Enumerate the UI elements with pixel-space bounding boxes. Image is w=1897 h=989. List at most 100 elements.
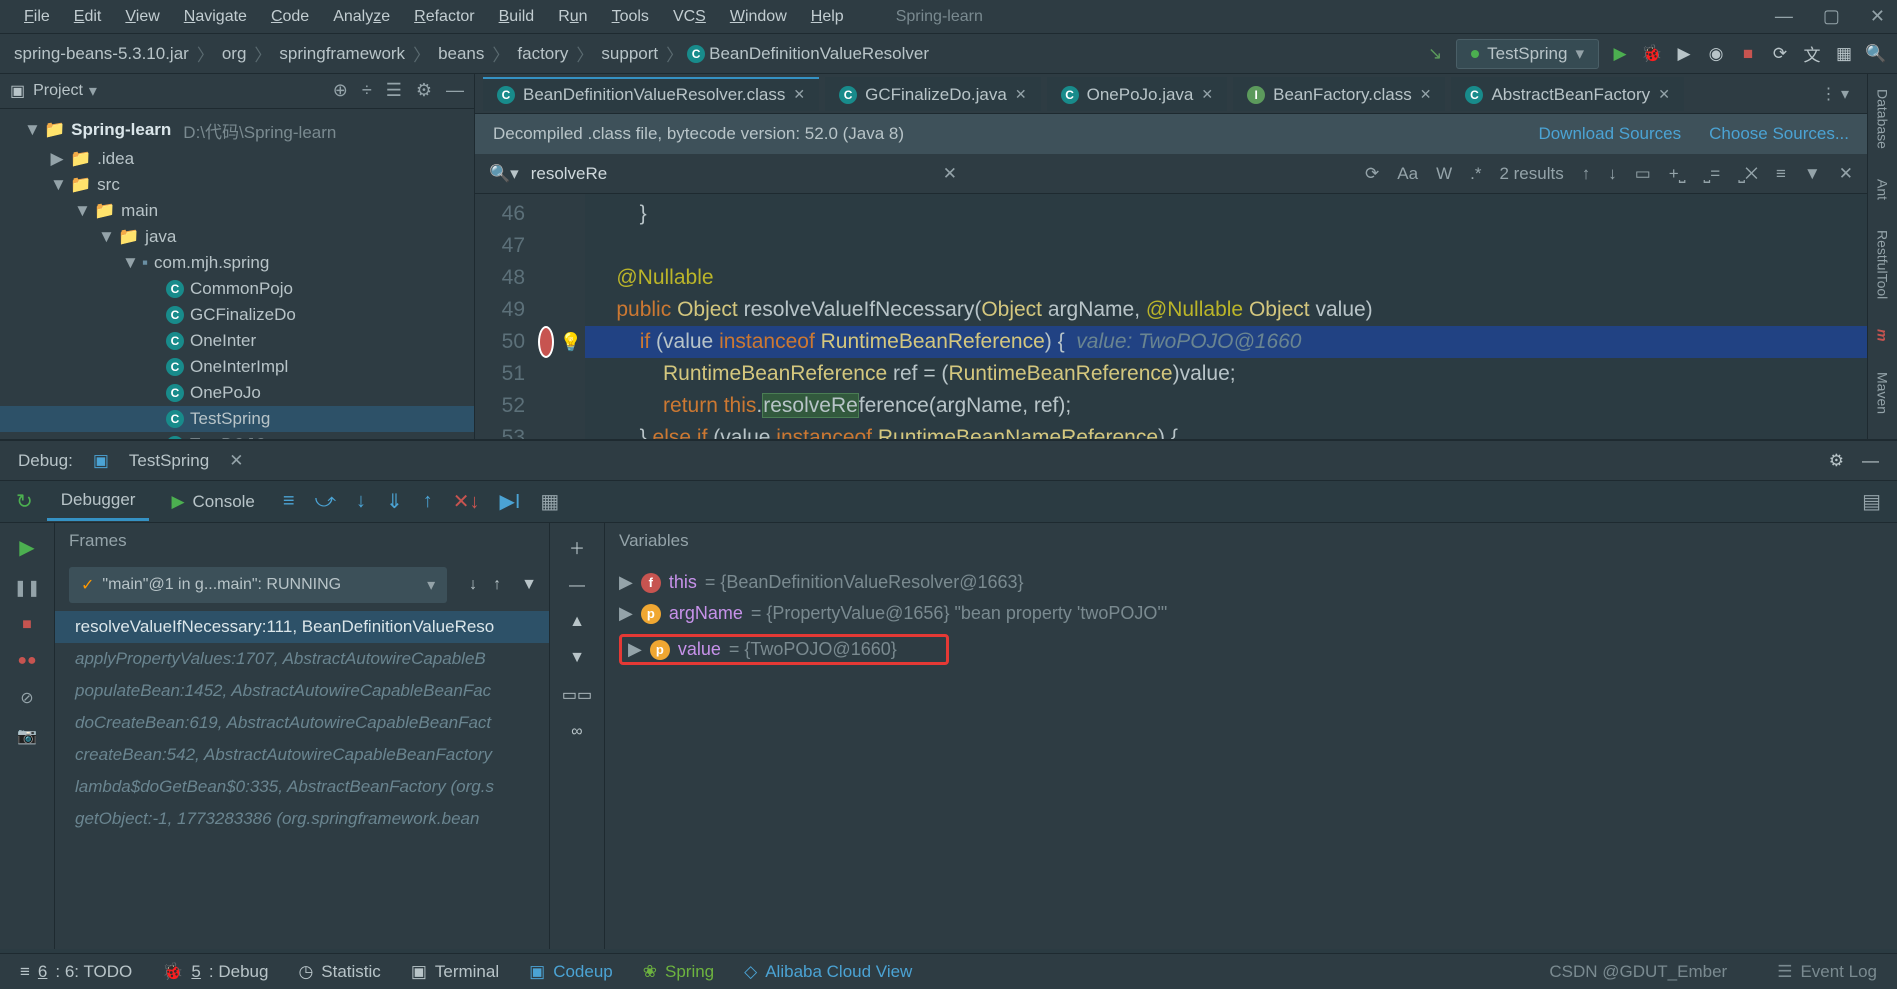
layout-icon[interactable]: ▤	[1856, 489, 1887, 514]
rerun-icon[interactable]: ↻	[10, 489, 39, 514]
stack-frame[interactable]: applyPropertyValues:1707, AbstractAutowi…	[55, 643, 549, 675]
breadcrumb-item[interactable]: springframework	[275, 44, 409, 64]
step-out-icon[interactable]: ↑	[417, 490, 439, 513]
menu-file[interactable]: File	[12, 8, 62, 26]
variable-row[interactable]: ▶fthis = {BeanDefinitionValueResolver@16…	[605, 567, 1897, 598]
debug-tool[interactable]: 🐞 5: Debug	[162, 962, 268, 982]
tree-item[interactable]: ▼▪com.mjh.spring	[0, 250, 474, 276]
editor-tab[interactable]: CGCFinalizeDo.java✕	[825, 77, 1040, 111]
stack-frame[interactable]: getObject:-1, 1773283386 (org.springfram…	[55, 803, 549, 835]
structure-icon[interactable]: ▦	[1833, 43, 1855, 65]
database-tool[interactable]: Database	[1875, 89, 1891, 149]
collapse-icon[interactable]: ☰	[386, 80, 402, 101]
camera-icon[interactable]: 📷	[17, 726, 37, 746]
editor-tab[interactable]: COnePoJo.java✕	[1047, 77, 1228, 111]
up-watch-icon[interactable]: ▲	[569, 613, 585, 631]
menu-navigate[interactable]: Navigate	[172, 8, 259, 26]
close-find-icon[interactable]: ✕	[1839, 164, 1853, 184]
next-match-icon[interactable]: ↓	[1608, 164, 1617, 184]
minimize-icon[interactable]: —	[1775, 6, 1793, 27]
menu-code[interactable]: Code	[259, 8, 321, 26]
stack-frame[interactable]: resolveValueIfNecessary:111, BeanDefinit…	[55, 611, 549, 643]
thread-selector[interactable]: ✓ "main"@1 in g...main": RUNNING ▾	[69, 567, 447, 603]
add-watch-icon[interactable]: ＋	[569, 535, 585, 559]
word-icon[interactable]: W	[1436, 164, 1452, 184]
show-exe-icon[interactable]: ≡	[277, 490, 301, 513]
menu-tools[interactable]: Tools	[600, 8, 661, 26]
link-watch-icon[interactable]: ∞	[571, 723, 582, 741]
variable-row[interactable]: ▶pvalue = {TwoPOJO@1660}	[605, 629, 1897, 670]
tree-item[interactable]: CTestSpring	[0, 406, 474, 432]
update-icon[interactable]: ⟳	[1769, 43, 1791, 65]
stop2-icon[interactable]: ■	[22, 616, 32, 634]
filter-icon[interactable]: ▼	[1804, 164, 1821, 184]
step-over-icon[interactable]: ⤻	[309, 490, 342, 513]
event-log[interactable]: ☰ Event Log	[1777, 962, 1877, 982]
stack-frame[interactable]: lambda$doGetBean$0:335, AbstractBeanFact…	[55, 771, 549, 803]
next-frame-icon[interactable]: ↑	[485, 576, 509, 594]
maximize-icon[interactable]: ▢	[1823, 6, 1840, 27]
profile-icon[interactable]: ◉	[1705, 43, 1727, 65]
force-step-into-icon[interactable]: ⇓	[380, 489, 409, 514]
frame-filter-icon[interactable]: ▼	[509, 576, 549, 594]
tree-root[interactable]: ▼📁Spring-learn D:\代码\Spring-learn	[0, 115, 474, 146]
breadcrumb-item[interactable]: support	[597, 44, 662, 64]
editor-tab[interactable]: CBeanDefinitionValueResolver.class✕	[483, 77, 819, 111]
addsel-icon[interactable]: +⎵	[1669, 164, 1686, 184]
debugger-tab[interactable]: Debugger	[47, 482, 150, 521]
spring-tool[interactable]: ❀ Spring	[643, 962, 714, 982]
drop-frame-icon[interactable]: ✕↓	[447, 489, 486, 514]
tree-item[interactable]: CTwoPOJO	[0, 432, 474, 439]
prev-frame-icon[interactable]: ↓	[461, 576, 485, 594]
tree-item[interactable]: CCommonPojo	[0, 276, 474, 302]
breadcrumb-item[interactable]: factory	[513, 44, 572, 64]
breadcrumb-item[interactable]: beans	[434, 44, 488, 64]
tree-item[interactable]: ▼📁java	[0, 224, 474, 250]
tree-item[interactable]: CGCFinalizeDo	[0, 302, 474, 328]
stop-icon[interactable]: ■	[1737, 43, 1759, 65]
projfilter-icon[interactable]: ÷	[362, 80, 372, 101]
ant-tool[interactable]: Ant	[1875, 179, 1891, 200]
stack-frame[interactable]: createBean:542, AbstractAutowireCapableB…	[55, 739, 549, 771]
more-tabs-icon[interactable]: ⋮ ▾	[1811, 84, 1859, 104]
find-input[interactable]	[531, 164, 931, 184]
regex-icon[interactable]: ⟳	[1365, 164, 1379, 184]
resume-icon[interactable]: ▶	[19, 535, 34, 560]
down-watch-icon[interactable]: ▼	[569, 649, 585, 667]
regexopt-icon[interactable]: .*	[1470, 164, 1481, 184]
statistic-tool[interactable]: ◷ Statistic	[298, 962, 380, 982]
view-bp-icon[interactable]: ●●	[17, 652, 36, 670]
gear-icon[interactable]: ⚙	[1829, 451, 1844, 471]
restful-tool[interactable]: RestfulTool	[1875, 230, 1891, 299]
search-icon[interactable]: 🔍	[1865, 43, 1887, 65]
project-tree[interactable]: ▼📁Spring-learn D:\代码\Spring-learn▶📁.idea…	[0, 109, 474, 439]
addall-icon[interactable]: ⎵=	[1704, 164, 1721, 184]
menu-run[interactable]: Run	[546, 8, 599, 26]
maven-tool[interactable]: Maven	[1875, 372, 1891, 414]
codeup-tool[interactable]: ▣ Codeup	[529, 962, 613, 982]
breadcrumb-item[interactable]: spring-beans-5.3.10.jar	[10, 44, 193, 64]
alibaba-tool[interactable]: ◇ Alibaba Cloud View	[744, 962, 912, 982]
project-view-icon[interactable]: ▣	[10, 81, 25, 101]
clear-icon[interactable]: ✕	[943, 164, 957, 184]
menu-build[interactable]: Build	[487, 8, 547, 26]
menu-refactor[interactable]: Refactor	[402, 8, 486, 26]
tree-item[interactable]: COnePoJo	[0, 380, 474, 406]
list-icon[interactable]: ≡	[1776, 164, 1786, 184]
menu-view[interactable]: View	[113, 8, 171, 26]
run-config-selector[interactable]: TestSpring ▾	[1456, 39, 1599, 69]
tree-item[interactable]: COneInterImpl	[0, 354, 474, 380]
choose-sources-link[interactable]: Choose Sources...	[1709, 124, 1849, 144]
menu-analyze[interactable]: Analyze	[321, 8, 402, 26]
evaluate-icon[interactable]: ▦	[534, 489, 565, 514]
menu-edit[interactable]: Edit	[62, 8, 114, 26]
tree-item[interactable]: ▼📁main	[0, 198, 474, 224]
project-view-label[interactable]: Project	[33, 82, 83, 100]
breadcrumb-item[interactable]: BeanDefinitionValueResolver	[705, 44, 933, 64]
remove-icon[interactable]: ⎵✕	[1738, 164, 1758, 184]
selection-icon[interactable]: ▭	[1635, 164, 1651, 184]
menu-help[interactable]: Help	[799, 8, 856, 26]
hide-debug-icon[interactable]: —	[1862, 451, 1879, 471]
close-debug-tab-icon[interactable]: ✕	[229, 451, 243, 471]
remove-watch-icon[interactable]: —	[569, 577, 585, 595]
